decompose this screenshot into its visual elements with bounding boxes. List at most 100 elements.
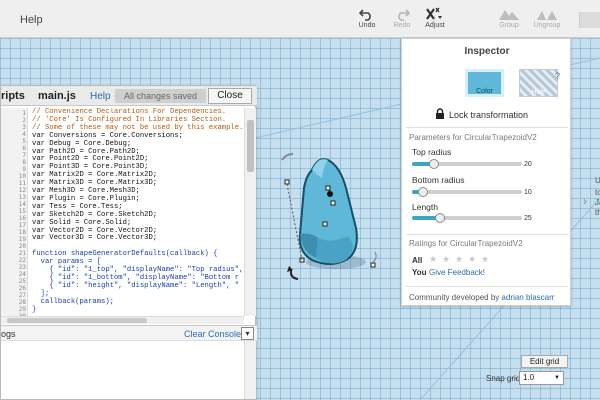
- tab-scripts[interactable]: ripts: [1, 90, 25, 102]
- snap-grid-select[interactable]: 1.0 ▼: [519, 371, 564, 385]
- inspector-help-link[interactable]: ?: [555, 71, 560, 81]
- console-header: ogs Clear Console ▾: [1, 325, 257, 341]
- line-number: 2: [22, 117, 26, 124]
- slider-top-radius[interactable]: [412, 159, 522, 169]
- param-value-top-radius: 20: [524, 161, 532, 168]
- save-status-badge: All changes saved: [115, 89, 206, 103]
- code-area[interactable]: 1 2 3 4 5 6 7 8 9 10 11 12 13 14 15 16 17 18 19 20 21 22 23 24 2…: [1, 108, 244, 316]
- line-number: 17: [18, 222, 26, 229]
- slider-bottom-radius[interactable]: [412, 187, 522, 197]
- toolbar-edge-button[interactable]: [579, 12, 600, 28]
- side-text: U: [595, 176, 600, 185]
- param-label-length: Length: [412, 202, 438, 212]
- code-line: callback(params);: [32, 297, 114, 306]
- clear-console-link[interactable]: Clear Console: [184, 329, 241, 339]
- line-number: 4: [22, 131, 26, 138]
- param-label-top-radius: Top radius: [412, 147, 452, 157]
- line-number: 27: [18, 292, 26, 299]
- line-number: 13: [18, 194, 26, 201]
- line-number: 11: [18, 180, 26, 187]
- inspector-panel: Inspector Color Hole ? Lock transformati…: [401, 38, 571, 306]
- adjust-button[interactable]: Adjust: [413, 4, 457, 36]
- community-credit: Community developed by adrian blascarr: [409, 293, 554, 302]
- line-number: 22: [18, 257, 26, 264]
- ungroup-button[interactable]: Ungroup: [525, 4, 569, 36]
- inspector-title: Inspector: [464, 46, 510, 57]
- logs-label: ogs: [1, 329, 16, 339]
- rotate-arrow-bottom[interactable]: [289, 269, 299, 280]
- side-text: to: [595, 188, 600, 197]
- console-toggle-button[interactable]: ▾: [241, 327, 254, 340]
- community-author-link[interactable]: adrian blascarr: [502, 293, 555, 302]
- lock-transformation-label[interactable]: Lock transformation: [449, 110, 528, 120]
- slider-length[interactable]: [412, 213, 522, 223]
- chevron-down-icon: ▼: [554, 375, 560, 381]
- close-button[interactable]: Close: [208, 88, 252, 104]
- line-number: 8: [22, 159, 26, 166]
- line-number: 7: [22, 152, 26, 159]
- divider: [406, 234, 568, 235]
- code-vertical-scrollbar[interactable]: [244, 108, 256, 316]
- line-number: 19: [18, 236, 26, 243]
- star-icon[interactable]: ★: [481, 254, 489, 265]
- slider-knob[interactable]: [434, 213, 445, 223]
- script-editor: ripts main.js Help All changes saved Clo…: [0, 85, 257, 400]
- rating-you-label: You: [412, 268, 427, 277]
- ungroup-icon: [537, 11, 557, 20]
- param-value-length: 25: [524, 215, 532, 222]
- slider-knob[interactable]: [429, 159, 439, 169]
- tab-main-js[interactable]: main.js: [38, 90, 76, 102]
- help-menu[interactable]: Help: [20, 14, 43, 26]
- line-number: 15: [18, 208, 26, 215]
- scroll-thumb[interactable]: [247, 120, 254, 172]
- trapezoid-shape[interactable]: [298, 158, 358, 265]
- line-number: 20: [18, 243, 26, 250]
- snap-grid-value: 1.0: [523, 373, 535, 382]
- hole-button[interactable]: Hole: [519, 69, 558, 97]
- ratings-title: Ratings for CircularTrapezoidV2: [409, 239, 523, 248]
- line-number: 29: [18, 306, 26, 313]
- rotate-arrow-top[interactable]: [281, 153, 294, 161]
- redo-icon: [398, 9, 410, 21]
- line-number: 16: [18, 215, 26, 222]
- divider: [406, 286, 568, 287]
- star-icon[interactable]: ★: [468, 254, 476, 265]
- chevron-right-icon[interactable]: ›: [583, 194, 587, 208]
- line-number: 10: [18, 173, 26, 180]
- edit-grid-button[interactable]: Edit grid: [521, 355, 568, 368]
- line-number: 9: [22, 166, 26, 173]
- code-horizontal-scrollbar[interactable]: [1, 316, 244, 324]
- star-icon[interactable]: ★: [442, 254, 450, 265]
- rating-all-label: All: [412, 256, 423, 265]
- editor-help-link[interactable]: Help: [90, 91, 111, 102]
- line-number: 23: [18, 264, 26, 271]
- scroll-thumb[interactable]: [7, 318, 147, 323]
- color-button[interactable]: Color: [465, 69, 504, 97]
- param-label-bottom-radius: Bottom radius: [412, 175, 465, 185]
- code-line: }: [32, 305, 37, 314]
- divider: [406, 127, 568, 128]
- line-number: 24: [18, 271, 26, 278]
- lock-icon[interactable]: [435, 108, 445, 119]
- line-number: 5: [22, 138, 26, 145]
- line-number: 28: [18, 299, 26, 306]
- rotate-arrow-right[interactable]: [372, 251, 377, 263]
- line-number: 12: [18, 187, 26, 194]
- star-icon[interactable]: ★: [429, 254, 437, 265]
- top-toolbar: Help Undo Redo Adjust Group Ungroup: [0, 0, 600, 38]
- parameters-title: Parameters for CircularTrapezoidV2: [409, 133, 537, 142]
- give-feedback-link[interactable]: Give Feedback!: [429, 268, 485, 277]
- console-scrollbar[interactable]: [244, 341, 256, 399]
- line-number: 6: [22, 145, 26, 152]
- ungroup-label: Ungroup: [533, 22, 561, 29]
- star-icon[interactable]: ★: [455, 254, 463, 265]
- height-handle[interactable]: [327, 191, 333, 197]
- undo-icon: [359, 9, 371, 21]
- right-side-panel: › U to Ja th: [583, 170, 600, 220]
- snap-grid-label: Snap grid: [486, 374, 521, 383]
- slider-knob[interactable]: [418, 187, 428, 197]
- code-line: { "id": "height", "displayName": "Length…: [32, 281, 240, 290]
- line-number-gutter: 1 2 3 4 5 6 7 8 9 10 11 12 13 14 15 16 17 18 19 20 21 22 23 24 2…: [1, 108, 28, 316]
- editor-header: ripts main.js Help All changes saved Clo…: [1, 86, 257, 106]
- line-number: 1: [22, 110, 26, 117]
